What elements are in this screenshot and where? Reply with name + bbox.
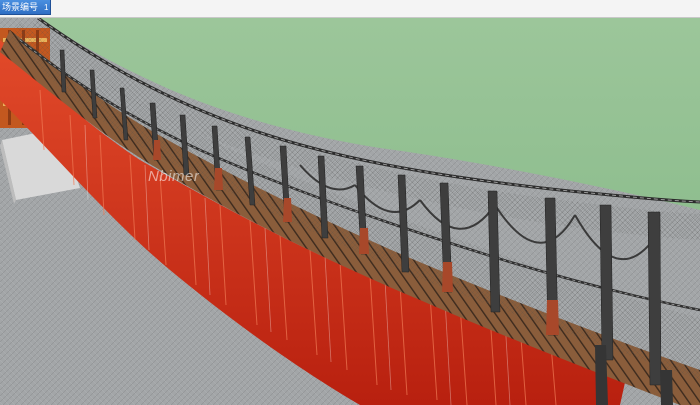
3d-viewport[interactable]: 场景编号 1 Nbimer [0,0,700,405]
scene-tab[interactable]: 场景编号 1 [0,0,51,15]
watermark: Nbimer [148,168,200,185]
scene-tab-number: 1 [44,3,49,12]
scene-tab-label: 场景编号 [2,2,39,12]
viewport-top-bar [0,0,700,18]
bridge-scene [0,0,700,405]
